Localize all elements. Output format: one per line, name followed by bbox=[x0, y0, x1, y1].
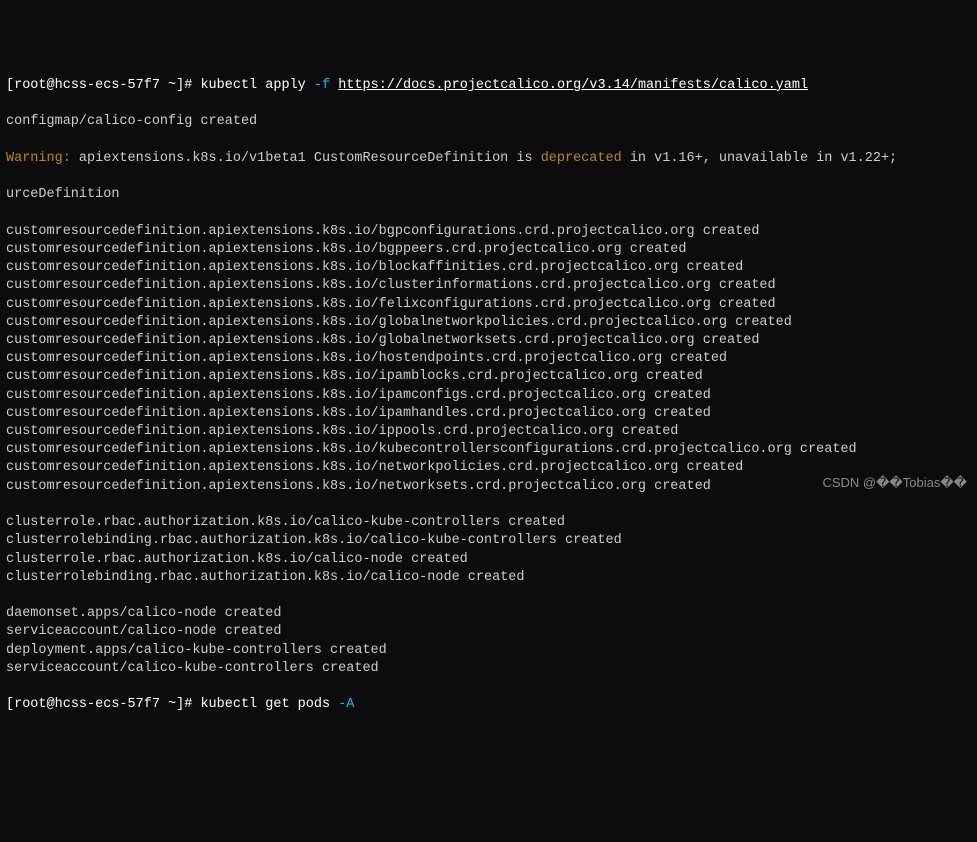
prompt-open: [ bbox=[6, 697, 14, 712]
prompt-open: [ bbox=[6, 78, 14, 93]
output-crd-line: customresourcedefinition.apiextensions.k… bbox=[6, 368, 971, 386]
prompt-close: ]# bbox=[176, 78, 192, 93]
warning-text1: apiextensions.k8s.io/v1beta1 CustomResou… bbox=[71, 151, 541, 166]
output-crd-line: customresourcedefinition.apiextensions.k… bbox=[6, 441, 971, 459]
output-crd-line: customresourcedefinition.apiextensions.k… bbox=[6, 296, 971, 314]
watermark: CSDN @��Tobias�� bbox=[822, 474, 967, 492]
output-crd-line: customresourcedefinition.apiextensions.k… bbox=[6, 332, 971, 350]
output-rbac-line: clusterrole.rbac.authorization.k8s.io/ca… bbox=[6, 551, 971, 569]
command-text: kubectl apply bbox=[200, 78, 305, 93]
output-configmap: configmap/calico-config created bbox=[6, 113, 971, 131]
command-url: https://docs.projectcalico.org/v3.14/man… bbox=[338, 78, 808, 93]
output-rbac-line: clusterrolebinding.rbac.authorization.k8… bbox=[6, 569, 971, 587]
output-crd-line: customresourcedefinition.apiextensions.k… bbox=[6, 423, 971, 441]
output-rbac-line: clusterrole.rbac.authorization.k8s.io/ca… bbox=[6, 514, 971, 532]
output-resource-line: serviceaccount/calico-node created bbox=[6, 623, 971, 641]
prompt-close: ]# bbox=[176, 697, 192, 712]
output-warning-cont: urceDefinition bbox=[6, 186, 971, 204]
prompt-userhost: root@hcss-ecs-57f7 ~ bbox=[14, 78, 176, 93]
output-resource-line: serviceaccount/calico-kube-controllers c… bbox=[6, 660, 971, 678]
output-resource-line: daemonset.apps/calico-node created bbox=[6, 605, 971, 623]
warning-text2: in v1.16+, unavailable in v1.22+; bbox=[622, 151, 897, 166]
command-flag: -A bbox=[338, 697, 354, 712]
output-crd-line: customresourcedefinition.apiextensions.k… bbox=[6, 241, 971, 259]
command-line-1[interactable]: [root@hcss-ecs-57f7 ~]# kubectl apply -f… bbox=[6, 77, 971, 95]
command-text: kubectl get pods bbox=[200, 697, 330, 712]
output-warning-line: Warning: apiextensions.k8s.io/v1beta1 Cu… bbox=[6, 150, 971, 168]
command-flag: -f bbox=[314, 78, 330, 93]
output-crd-line: customresourcedefinition.apiextensions.k… bbox=[6, 387, 971, 405]
command-line-2[interactable]: [root@hcss-ecs-57f7 ~]# kubectl get pods… bbox=[6, 696, 971, 714]
output-crd-line: customresourcedefinition.apiextensions.k… bbox=[6, 259, 971, 277]
warning-label: Warning: bbox=[6, 151, 71, 166]
warning-deprecated: deprecated bbox=[541, 151, 622, 166]
output-rbac-line: clusterrolebinding.rbac.authorization.k8… bbox=[6, 532, 971, 550]
prompt-userhost: root@hcss-ecs-57f7 ~ bbox=[14, 697, 176, 712]
output-crd-line: customresourcedefinition.apiextensions.k… bbox=[6, 350, 971, 368]
output-crd-line: customresourcedefinition.apiextensions.k… bbox=[6, 277, 971, 295]
output-crd-line: customresourcedefinition.apiextensions.k… bbox=[6, 223, 971, 241]
output-crd-line: customresourcedefinition.apiextensions.k… bbox=[6, 405, 971, 423]
output-crd-line: customresourcedefinition.apiextensions.k… bbox=[6, 314, 971, 332]
output-resource-line: deployment.apps/calico-kube-controllers … bbox=[6, 642, 971, 660]
